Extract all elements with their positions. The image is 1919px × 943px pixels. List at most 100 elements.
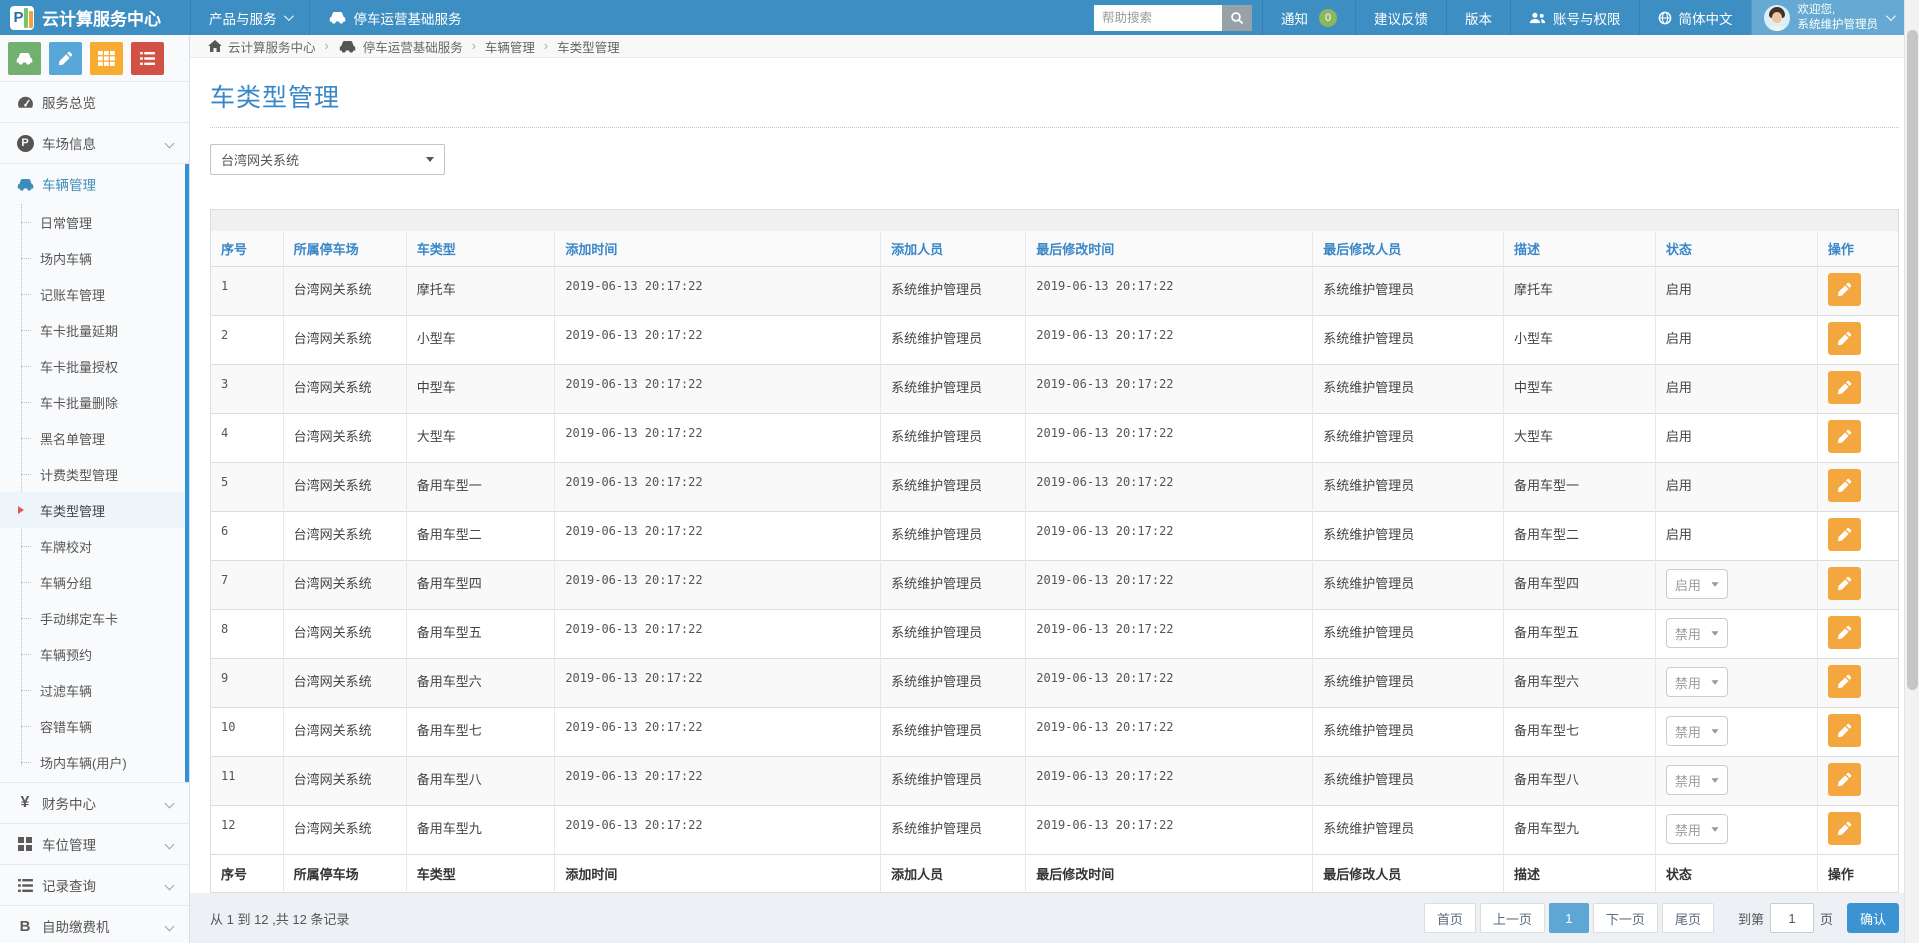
edit-button[interactable] [1827,469,1861,502]
navbar-menu-parking-ops[interactable]: 停车运营基础服务 [308,0,480,35]
navbar-menu-label: 产品与服务 [209,11,277,27]
navbar-item-feedback[interactable]: 建议反馈 [1355,0,1446,35]
status-select[interactable]: 禁用 [1665,716,1728,746]
status-select[interactable]: 禁用 [1665,814,1728,844]
search-button[interactable] [1222,4,1252,31]
status-select[interactable]: 启用 [1665,569,1728,599]
scrollbar[interactable] [1904,0,1919,943]
navbar-menu: 产品与服务 停车运营基础服务 [190,0,480,35]
chevron-down-icon [164,138,175,148]
sidebar-subitem-9[interactable]: 车牌校对 [0,528,189,564]
sidebar-subitem-11[interactable]: 手动绑定车卡 [0,600,189,636]
pagination-last[interactable]: 尾页 [1661,903,1714,933]
column-header-7[interactable]: 描述 [1502,231,1656,267]
app-logo-icon: P [10,5,34,30]
breadcrumb-item-0[interactable]: 云计算服务中心 [208,37,316,56]
column-header-4[interactable]: 添加人员 [880,231,1026,267]
pagination-first[interactable]: 首页 [1423,903,1476,933]
edit-button[interactable] [1827,616,1861,649]
column-header-9[interactable]: 操作 [1816,231,1899,267]
sidebar-subitem-4[interactable]: 车卡批量授权 [0,348,189,384]
navbar-item-label: 简体中文 [1678,11,1733,27]
sidebar-item-records[interactable]: 记录查询 [0,865,189,905]
breadcrumb-label: 云计算服务中心 [228,40,316,55]
column-header-2[interactable]: 车类型 [405,231,555,267]
edit-button[interactable] [1827,273,1861,306]
navbar-item-label: 建议反馈 [1374,11,1428,27]
breadcrumb-separator: › [543,39,549,53]
grid3-icon [98,51,115,66]
column-header-6[interactable]: 最后修改人员 [1312,231,1504,267]
sidebar-item-lot-info[interactable]: P 车场信息 [0,123,189,163]
sidebar-subitem-12[interactable]: 车辆预约 [0,636,189,672]
edit-button[interactable] [1827,518,1861,551]
status-select[interactable]: 禁用 [1665,765,1728,795]
cell-operation [1816,707,1899,757]
edit-button[interactable] [1827,322,1861,355]
edit-button[interactable] [1827,665,1861,698]
sidebar-item-vehicle-mgmt[interactable]: 车辆管理 [0,164,189,204]
sidebar-subitem-0[interactable]: 日常管理 [0,204,189,240]
breadcrumb-item-2[interactable]: 车辆管理 [485,37,535,56]
sidebar-subitem-1[interactable]: 场内车辆 [0,240,189,276]
goto-page-input[interactable] [1769,903,1814,933]
column-header-8[interactable]: 状态 [1654,231,1818,267]
column-header-1[interactable]: 所属停车场 [282,231,407,267]
sidebar-subitem-8[interactable]: 车类型管理 [0,492,189,528]
shortcut-edit-button[interactable] [49,42,82,75]
navbar-item-language[interactable]: 简体中文 [1638,0,1751,35]
navbar-menu-products[interactable]: 产品与服务 [190,0,309,35]
sidebar-subitem-13[interactable]: 过滤车辆 [0,672,189,708]
cell-status: 启用 [1654,364,1818,414]
shortcut-table-button[interactable] [90,42,123,75]
sidebar-subitem-5[interactable]: 车卡批量删除 [0,384,189,420]
sidebar-subitem-label: 车卡批量删除 [40,395,119,411]
edit-button[interactable] [1827,812,1861,845]
sidebar-section-finance: ¥ 财务中心 [0,782,189,823]
sidebar: 服务总览 P 车场信息 车辆管理 日常管理 场内车辆 记账车管理 车卡批量延期 车卡批量授权车卡… [0,35,190,943]
sidebar-item-space-mgmt[interactable]: 车位管理 [0,824,189,864]
cell-seq: 6 [210,511,284,561]
cell-added-by: 系统维护管理员 [880,609,1026,659]
navbar-item-account-permissions[interactable]: 账号与权限 [1510,0,1639,35]
user-menu[interactable]: 欢迎您, 系统维护管理员 [1750,0,1919,35]
sidebar-item-finance[interactable]: ¥ 财务中心 [0,783,189,823]
breadcrumb-item-1[interactable]: 停车运营基础服务 [338,37,463,56]
shortcut-list-button[interactable] [131,42,164,75]
pencil-icon [1837,527,1852,542]
parking-lot-select[interactable]: 台湾网关系统 [210,144,445,175]
confirm-button[interactable]: 确认 [1846,903,1899,933]
sidebar-subitem-7[interactable]: 计费类型管理 [0,456,189,492]
edit-button[interactable] [1827,763,1861,796]
cell-lot: 台湾网关系统 [282,315,407,365]
edit-button[interactable] [1827,567,1861,600]
sidebar-subitem-2[interactable]: 记账车管理 [0,276,189,312]
sidebar-subitem-3[interactable]: 车卡批量延期 [0,312,189,348]
pagination-prev[interactable]: 上一页 [1479,903,1545,933]
navbar-item-version[interactable]: 版本 [1446,0,1510,35]
user-name: 系统维护管理员 [1797,18,1879,31]
sidebar-subitem-14[interactable]: 容错车辆 [0,708,189,744]
pagination-next[interactable]: 下一页 [1592,903,1658,933]
column-header-3[interactable]: 添加时间 [554,231,881,267]
edit-button[interactable] [1827,420,1861,453]
edit-button[interactable] [1827,371,1861,404]
column-header-0[interactable]: 序号 [210,231,284,267]
search-input[interactable] [1094,4,1222,31]
status-select[interactable]: 禁用 [1665,618,1728,648]
app-brand[interactable]: P 云计算服务中心 [0,0,190,35]
sidebar-subitem-10[interactable]: 车辆分组 [0,564,189,600]
sidebar-item-overview[interactable]: 服务总览 [0,82,189,122]
navbar-item-notifications[interactable]: 通知 0 [1262,0,1355,35]
column-header-5[interactable]: 最后修改时间 [1025,231,1313,267]
navbar-item-label: 版本 [1465,11,1492,27]
sidebar-subitem-15[interactable]: 场内车辆(用户) [0,744,189,780]
status-select[interactable]: 禁用 [1665,667,1728,697]
edit-button[interactable] [1827,714,1861,747]
cell-added-by: 系统维护管理员 [880,707,1026,757]
sidebar-subitem-6[interactable]: 黑名单管理 [0,420,189,456]
sidebar-item-kiosk[interactable]: B 自助缴费机 [0,906,189,943]
scrollbar-thumb[interactable] [1907,30,1918,690]
shortcut-vehicle-button[interactable] [8,42,41,75]
pagination-page-1[interactable]: 1 [1548,903,1589,933]
